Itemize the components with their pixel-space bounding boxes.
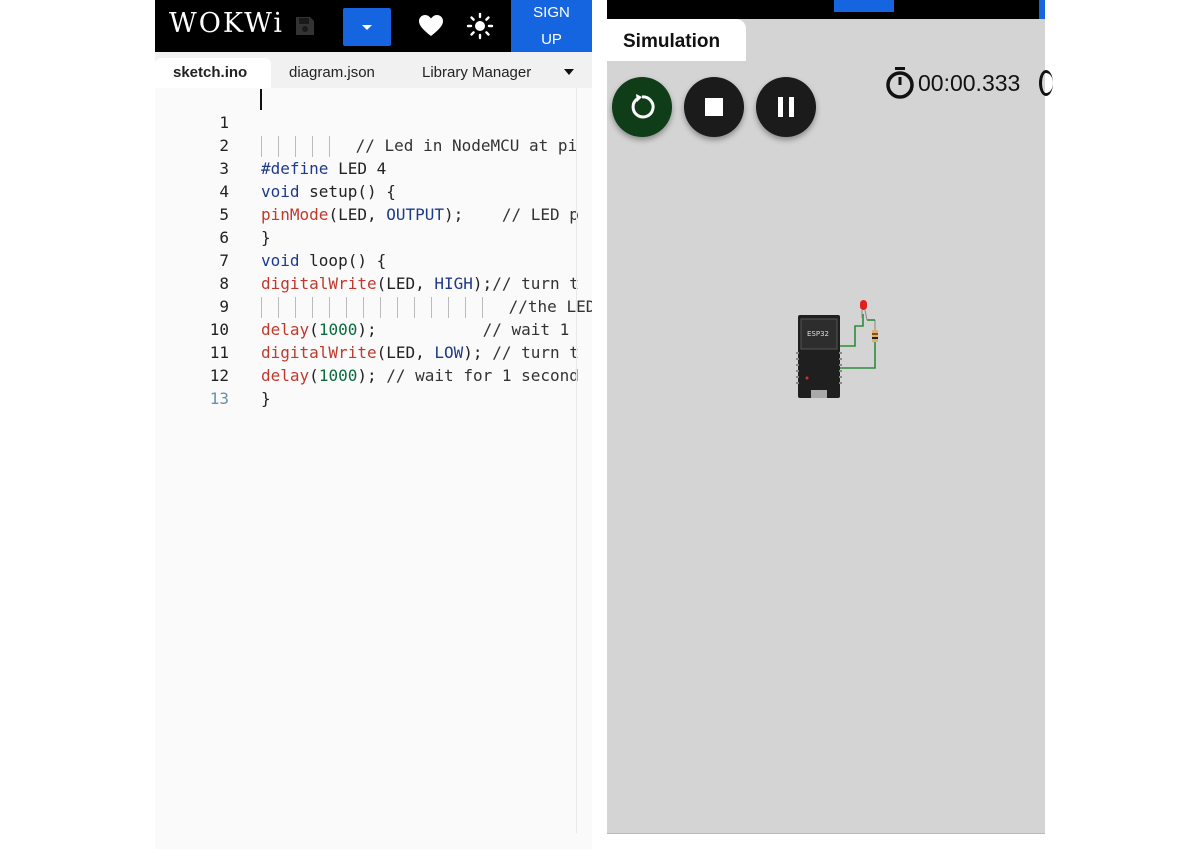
tab-diagram-json[interactable]: diagram.json (271, 58, 393, 88)
code-line: 1 // Led in NodeMCU at pi (155, 88, 592, 157)
restart-icon (631, 94, 655, 119)
top-bar-edge (1039, 0, 1045, 19)
circuit-diagram[interactable]: ESP32 (787, 290, 897, 410)
code-line: 10 digitalWrite(LED, LOW); // turn t (155, 295, 592, 362)
code-line: 6 void loop() { (155, 203, 592, 270)
code-line: 3 void setup() { (155, 134, 592, 201)
restart-simulation-button[interactable] (612, 77, 672, 137)
code-text: } (261, 389, 271, 408)
stop-icon (705, 98, 723, 116)
sign-up-button[interactable]: SIGN UP (511, 0, 592, 52)
code-line: 11 delay(1000); // wait for 1 second (155, 318, 592, 385)
caret-down-icon (564, 69, 574, 75)
floppy-disk-icon (296, 17, 314, 35)
code-line: 13 (155, 364, 592, 408)
simulation-timer: 00:00.333 (918, 70, 1021, 96)
simulation-top-bar (607, 0, 1045, 19)
circuit-wires (840, 314, 876, 369)
code-area[interactable]: 1 // Led in NodeMCU at pi 2 #define LED … (155, 88, 592, 849)
resistor[interactable] (867, 319, 878, 342)
stop-simulation-button[interactable] (684, 77, 744, 137)
wokwi-logo[interactable]: WOKWi (169, 8, 284, 39)
code-line: 12 } (155, 341, 592, 408)
text-cursor (260, 89, 262, 110)
save-options-dropdown-button[interactable] (343, 8, 391, 46)
sign-up-label-line1: SIGN (533, 4, 570, 21)
theme-toggle-button[interactable] (466, 12, 494, 40)
code-editor-panel: WOKWi SIGN UP sketch.ino diagram.json Li… (155, 0, 592, 849)
code-line: 8 //the LED (155, 249, 592, 318)
heart-icon (419, 15, 443, 36)
stopwatch-icon (886, 67, 914, 99)
tab-library-manager[interactable]: Library Manager (404, 58, 549, 88)
simulation-panel: Simulation 00:00.333 ESP32 (607, 0, 1053, 833)
board-label: ESP32 (807, 330, 829, 338)
line-number: 13 (209, 389, 229, 408)
top-bar-blue-button[interactable] (834, 0, 894, 12)
editor-toolbar: WOKWi SIGN UP (155, 0, 592, 52)
pause-simulation-button[interactable] (756, 77, 816, 137)
sun-icon (466, 12, 494, 40)
code-line: 2 #define LED 4 (155, 111, 592, 178)
tab-simulation[interactable]: Simulation (607, 19, 746, 61)
code-line: 4 pinMode(LED, OUTPUT); // LED p (155, 157, 592, 224)
tab-sketch-ino[interactable]: sketch.ino (155, 58, 271, 88)
esp32-board[interactable]: ESP32 (796, 315, 842, 398)
simulation-bottom-border (607, 833, 1045, 834)
caret-down-icon (362, 25, 372, 30)
sign-up-label-line2: UP (541, 31, 562, 48)
pause-icon (778, 97, 794, 117)
code-line: 7 digitalWrite(LED, HIGH);// turn t (155, 226, 592, 293)
code-line: 5 } (155, 180, 592, 247)
save-button[interactable] (291, 12, 319, 40)
tabs-menu-button[interactable] (559, 62, 579, 82)
code-line: 9 delay(1000); // wait 1 (155, 272, 592, 339)
like-button[interactable] (417, 12, 445, 40)
editor-tabs: sketch.ino diagram.json Library Manager (155, 52, 592, 88)
editor-scroll-divider[interactable] (576, 88, 577, 833)
speed-indicator-icon (1039, 70, 1053, 96)
